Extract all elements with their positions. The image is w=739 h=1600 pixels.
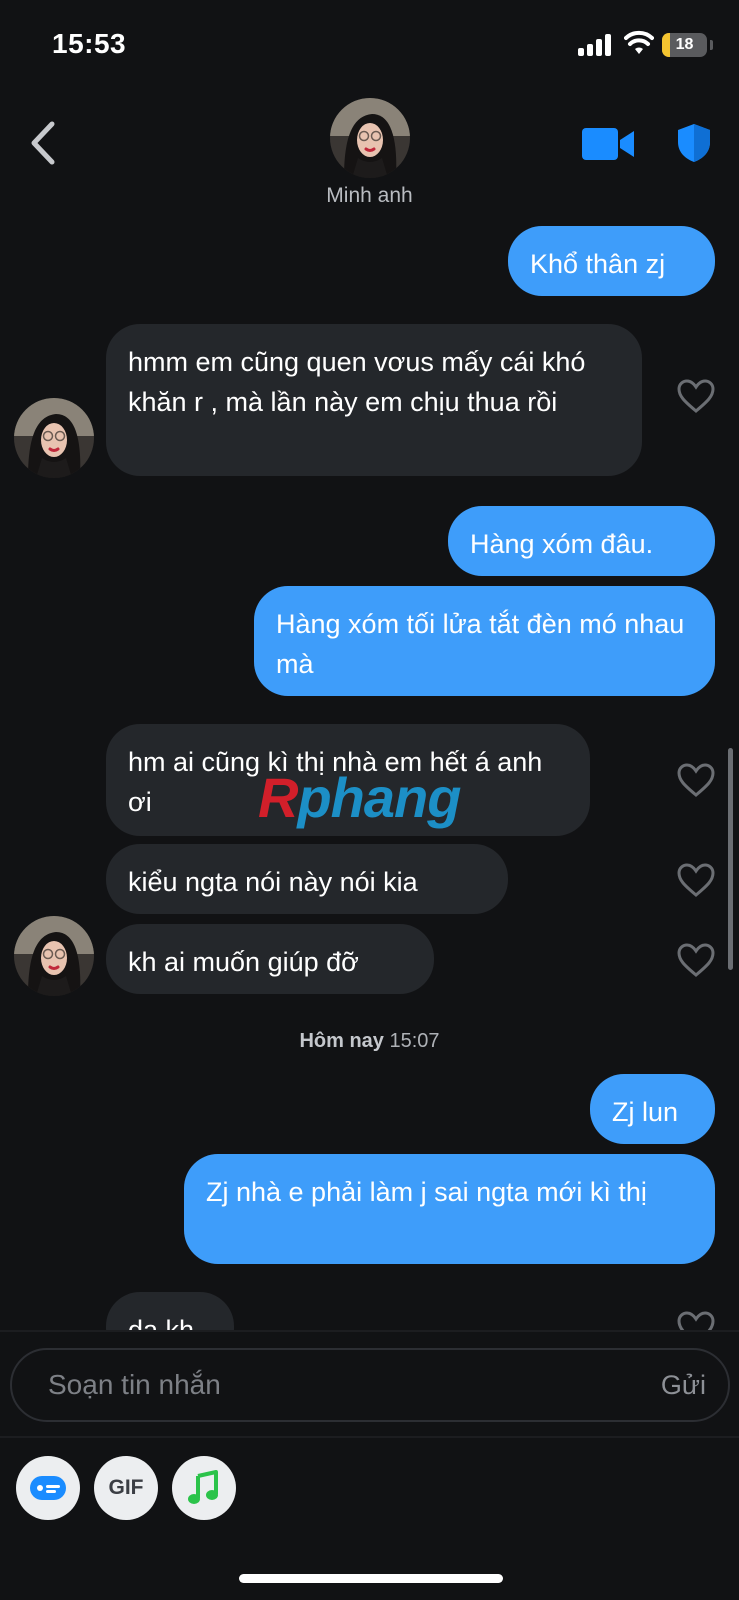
message-composer: Gửi: [10, 1348, 730, 1422]
like-heart-icon[interactable]: [676, 1310, 716, 1330]
contact-avatar[interactable]: [330, 98, 410, 178]
like-heart-icon[interactable]: [676, 942, 716, 978]
gif-button[interactable]: GIF: [94, 1456, 158, 1520]
divider: [0, 1330, 739, 1332]
wifi-icon: [624, 30, 654, 54]
avatar-photo: [330, 98, 410, 178]
message-incoming[interactable]: kiểu ngta nói này nói kia: [106, 844, 508, 914]
home-indicator: [239, 1574, 503, 1583]
video-camera-icon: [582, 128, 634, 160]
sticker-icon: [30, 1476, 66, 1500]
like-heart-icon[interactable]: [676, 762, 716, 798]
timestamp-day: Hôm nay: [299, 1030, 384, 1052]
like-heart-icon[interactable]: [676, 862, 716, 898]
contact-avatar-small[interactable]: [14, 398, 94, 478]
message-outgoing[interactable]: Zj nhà e phải làm j sai ngta mới kì thị: [184, 1154, 715, 1264]
message-incoming[interactable]: dạ kh: [106, 1292, 234, 1330]
message-outgoing[interactable]: Hàng xóm tối lửa tắt đèn mó nhau mà: [254, 586, 715, 696]
message-incoming[interactable]: kh ai muốn giúp đỡ: [106, 924, 434, 994]
timestamp-time: 15:07: [389, 1030, 440, 1052]
like-heart-icon[interactable]: [676, 378, 716, 414]
music-note-icon: [188, 1470, 218, 1504]
chevron-left-icon: [31, 121, 55, 165]
shield-icon: [678, 124, 710, 162]
status-bar: 15:53 18: [0, 0, 739, 90]
back-button[interactable]: [24, 118, 64, 168]
status-time: 15:53: [52, 28, 127, 59]
send-button[interactable]: Gửi: [661, 1350, 706, 1420]
message-outgoing[interactable]: Khổ thân zj: [508, 226, 715, 296]
battery-icon: 18: [662, 33, 707, 57]
contact-avatar-small[interactable]: [14, 916, 94, 996]
music-button[interactable]: [172, 1456, 236, 1520]
contact-name: Minh anh: [326, 184, 413, 207]
scrollbar[interactable]: [728, 748, 733, 970]
watermark-logo: Rphang: [258, 766, 461, 829]
video-call-button[interactable]: [582, 126, 636, 162]
message-outgoing[interactable]: Zj lun: [590, 1074, 715, 1144]
message-input[interactable]: [48, 1350, 568, 1420]
message-outgoing[interactable]: Hàng xóm đâu.: [448, 506, 715, 576]
battery-level: 18: [675, 36, 694, 53]
avatar-photo: [14, 916, 94, 996]
timestamp-divider: Hôm nay 15:07: [0, 1030, 739, 1053]
avatar-photo: [14, 398, 94, 478]
sticker-button[interactable]: [16, 1456, 80, 1520]
safety-button[interactable]: [676, 122, 712, 164]
signal-icon: [578, 34, 614, 56]
divider: [0, 1436, 739, 1438]
gif-label: GIF: [108, 1476, 144, 1499]
message-incoming[interactable]: hmm em cũng quen vơus mấy cái khó khăn r…: [106, 324, 642, 476]
battery-cap: [710, 40, 713, 50]
